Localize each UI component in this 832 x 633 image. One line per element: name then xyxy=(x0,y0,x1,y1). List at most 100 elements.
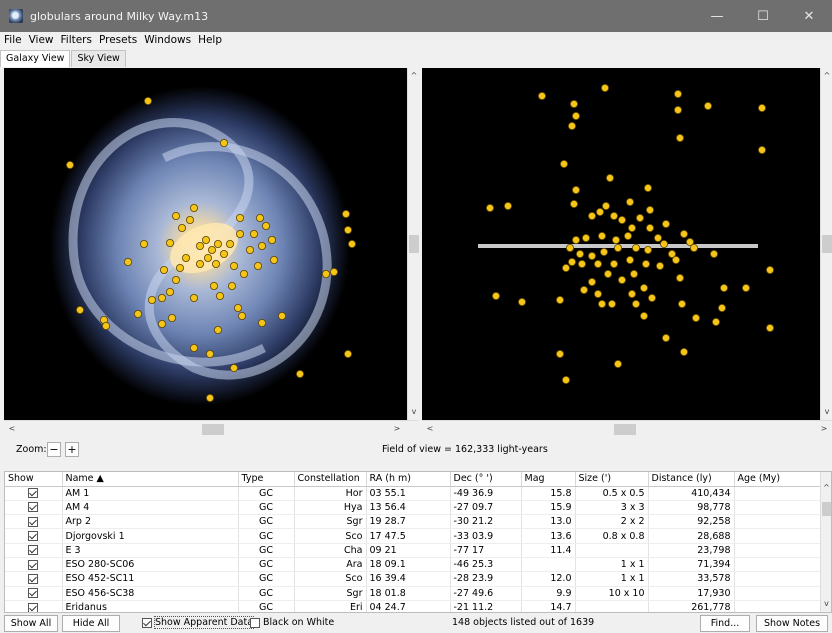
cluster-marker-icon[interactable] xyxy=(717,303,726,312)
scroll-down-icon[interactable]: v xyxy=(821,598,831,610)
cluster-marker-icon[interactable] xyxy=(233,303,242,312)
cluster-marker-icon[interactable] xyxy=(257,318,266,327)
show-all-button[interactable]: Show All xyxy=(4,615,58,632)
show-checkbox[interactable] xyxy=(5,543,63,558)
cluster-marker-icon[interactable] xyxy=(709,249,718,258)
cluster-marker-icon[interactable] xyxy=(675,134,684,143)
cluster-marker-icon[interactable] xyxy=(571,235,580,244)
close-button[interactable]: ✕ xyxy=(786,0,832,32)
cluster-marker-icon[interactable] xyxy=(609,211,618,220)
cluster-marker-icon[interactable] xyxy=(655,261,664,270)
table-row[interactable]: Arp 2 GC Sgr 19 28.7 -30 21.2 13.0 2 x 2 92,258 xyxy=(5,514,822,530)
cluster-marker-icon[interactable] xyxy=(177,223,186,232)
cluster-marker-icon[interactable] xyxy=(343,225,352,234)
edge-on-canvas[interactable] xyxy=(422,68,820,420)
column-type[interactable]: Type xyxy=(238,472,295,487)
scroll-up-icon[interactable]: ^ xyxy=(821,70,832,82)
checkbox-checked-icon[interactable] xyxy=(28,588,39,599)
cluster-marker-icon[interactable] xyxy=(599,247,608,256)
checkbox-checked-icon[interactable] xyxy=(28,502,39,513)
cluster-marker-icon[interactable] xyxy=(569,199,578,208)
table-row[interactable]: Djorgovski 1 GC Sco 17 47.5 -33 03.9 13.6 0.8 … xyxy=(5,528,822,544)
cluster-marker-icon[interactable] xyxy=(203,253,212,262)
cluster-marker-icon[interactable] xyxy=(719,283,728,292)
cluster-marker-icon[interactable] xyxy=(157,319,166,328)
cluster-marker-icon[interactable] xyxy=(538,91,547,100)
tab-galaxy-view[interactable]: Galaxy View xyxy=(0,50,71,67)
cluster-marker-icon[interactable] xyxy=(124,257,133,266)
cluster-marker-icon[interactable] xyxy=(245,245,254,254)
cluster-marker-icon[interactable] xyxy=(623,231,632,240)
show-notes-button[interactable]: Show Notes xyxy=(756,615,828,632)
cluster-marker-icon[interactable] xyxy=(645,223,654,232)
cluster-marker-icon[interactable] xyxy=(175,263,184,272)
galaxy-canvas[interactable] xyxy=(4,68,407,420)
cluster-marker-icon[interactable] xyxy=(625,197,634,206)
edge-vscroll-thumb[interactable] xyxy=(822,235,832,253)
cluster-marker-icon[interactable] xyxy=(219,249,228,258)
cluster-marker-icon[interactable] xyxy=(269,255,278,264)
cluster-marker-icon[interactable] xyxy=(201,235,210,244)
cluster-marker-icon[interactable] xyxy=(627,223,636,232)
cluster-marker-icon[interactable] xyxy=(673,106,682,115)
menu-windows[interactable]: Windows xyxy=(144,34,191,46)
cluster-marker-icon[interactable] xyxy=(504,201,513,210)
show-checkbox[interactable] xyxy=(5,528,63,544)
cluster-marker-icon[interactable] xyxy=(76,305,85,314)
show-apparent-data-checkbox[interactable]: Show Apparent Data xyxy=(142,616,255,629)
cluster-marker-icon[interactable] xyxy=(329,267,338,276)
checkbox-checked-icon[interactable] xyxy=(28,531,39,542)
cluster-marker-icon[interactable] xyxy=(559,160,568,169)
cluster-marker-icon[interactable] xyxy=(587,211,596,220)
edge-hscroll-thumb[interactable] xyxy=(614,424,636,435)
cluster-marker-icon[interactable] xyxy=(597,299,606,308)
cluster-marker-icon[interactable] xyxy=(595,207,604,216)
cluster-marker-icon[interactable] xyxy=(341,209,350,218)
cluster-marker-icon[interactable] xyxy=(253,261,262,270)
cluster-marker-icon[interactable] xyxy=(611,235,620,244)
cluster-marker-icon[interactable] xyxy=(691,313,700,322)
column-age[interactable]: Age (My) xyxy=(734,472,822,487)
cluster-marker-icon[interactable] xyxy=(261,221,270,230)
cluster-marker-icon[interactable] xyxy=(647,293,656,302)
show-checkbox[interactable] xyxy=(5,514,63,530)
cluster-marker-icon[interactable] xyxy=(659,239,668,248)
cluster-marker-icon[interactable] xyxy=(765,265,774,274)
checkbox-checked-icon[interactable] xyxy=(28,573,39,584)
cluster-marker-icon[interactable] xyxy=(249,229,258,238)
cluster-marker-icon[interactable] xyxy=(561,375,570,384)
cluster-marker-icon[interactable] xyxy=(189,343,198,352)
cluster-marker-icon[interactable] xyxy=(277,311,286,320)
cluster-marker-icon[interactable] xyxy=(673,89,682,98)
menu-file[interactable]: File xyxy=(4,34,22,46)
cluster-marker-icon[interactable] xyxy=(171,211,180,220)
cluster-marker-icon[interactable] xyxy=(555,349,564,358)
cluster-marker-icon[interactable] xyxy=(195,259,204,268)
cluster-marker-icon[interactable] xyxy=(617,215,626,224)
edge-horizontal-scrollbar[interactable]: < > xyxy=(422,420,832,437)
cluster-marker-icon[interactable] xyxy=(765,323,774,332)
show-checkbox[interactable] xyxy=(5,486,63,501)
show-checkbox[interactable] xyxy=(5,557,63,573)
cluster-marker-icon[interactable] xyxy=(257,241,266,250)
cluster-marker-icon[interactable] xyxy=(587,251,596,260)
table-row[interactable]: E 3 GC Cha 09 21 -77 17 11.4 23,798 xyxy=(5,543,822,558)
cluster-marker-icon[interactable] xyxy=(567,122,576,131)
cluster-marker-icon[interactable] xyxy=(139,239,148,248)
cluster-marker-icon[interactable] xyxy=(689,243,698,252)
cluster-marker-icon[interactable] xyxy=(227,281,236,290)
cluster-marker-icon[interactable] xyxy=(631,299,640,308)
cluster-marker-icon[interactable] xyxy=(165,287,174,296)
cluster-marker-icon[interactable] xyxy=(757,146,766,155)
cluster-marker-icon[interactable] xyxy=(597,231,606,240)
cluster-marker-icon[interactable] xyxy=(567,257,576,266)
cluster-marker-icon[interactable] xyxy=(213,239,222,248)
column-name[interactable]: Name ▲ xyxy=(62,472,239,487)
cluster-marker-icon[interactable] xyxy=(229,363,238,372)
show-checkbox[interactable] xyxy=(5,586,63,601)
cluster-marker-icon[interactable] xyxy=(639,311,648,320)
cluster-marker-icon[interactable] xyxy=(617,275,626,284)
cluster-marker-icon[interactable] xyxy=(571,112,580,121)
column-distance[interactable]: Distance (ly) xyxy=(648,472,735,487)
galaxy-hscroll-thumb[interactable] xyxy=(202,424,224,435)
